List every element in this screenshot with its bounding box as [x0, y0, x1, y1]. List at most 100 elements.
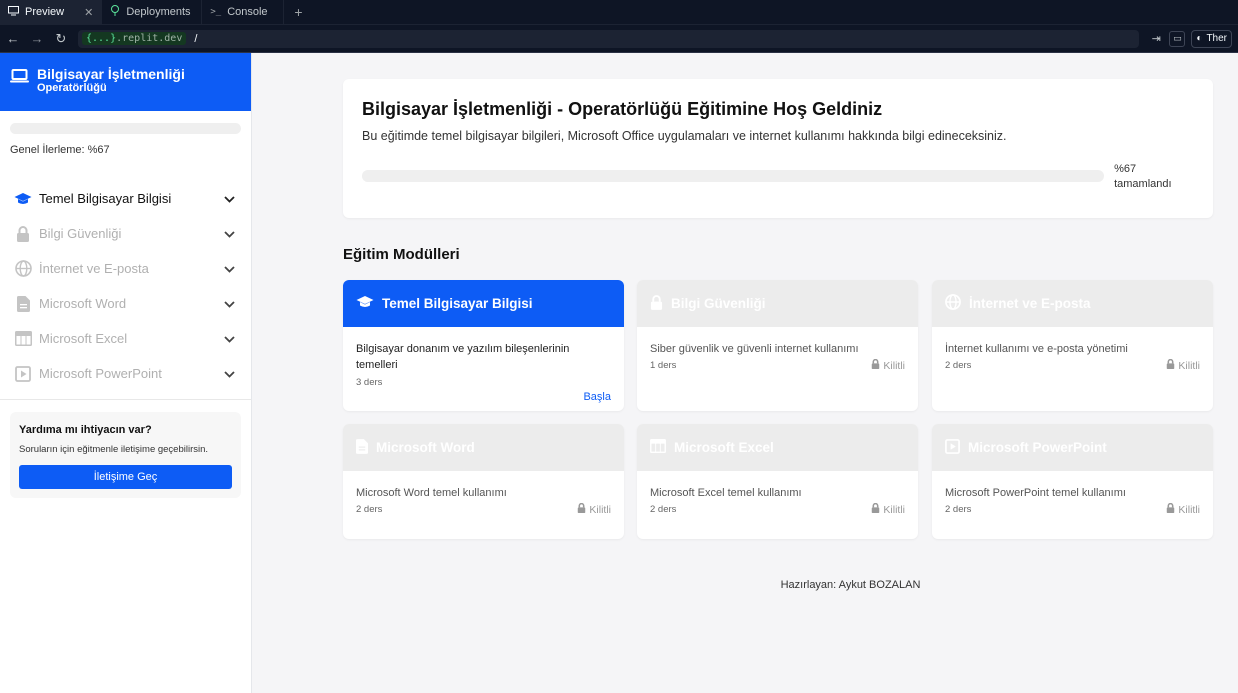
- course-progress-caption: tamamlandı: [1114, 178, 1172, 190]
- module-card-internet[interactable]: İnternet ve E-posta İnternet kullanımı v…: [932, 280, 1213, 411]
- table-icon: [650, 439, 666, 456]
- main-content: Bilgisayar İşletmenliği - Operatörlüğü E…: [253, 53, 1238, 693]
- overall-progress-bar: [10, 123, 241, 134]
- module-card-powerpoint[interactable]: Microsoft PowerPoint Microsoft PowerPoin…: [932, 424, 1213, 539]
- chevron-down-icon[interactable]: [224, 332, 235, 346]
- sidebar-item-word[interactable]: Microsoft Word: [0, 286, 251, 321]
- url-field[interactable]: {...}.replit.dev /: [78, 29, 1140, 48]
- module-lesson-count: 2 ders: [945, 504, 972, 515]
- page-title: Bilgisayar İşletmenliği - Operatörlüğü E…: [362, 99, 883, 119]
- close-icon[interactable]: ✕: [84, 6, 93, 19]
- module-card-header: İnternet ve E-posta: [932, 280, 1213, 327]
- module-card-excel[interactable]: Microsoft Excel Microsoft Excel temel ku…: [637, 424, 918, 539]
- chevron-down-icon[interactable]: [224, 262, 235, 276]
- monitor-icon: [8, 5, 19, 19]
- app-title: Bilgisayar İşletmenliği: [37, 66, 185, 82]
- new-tab-button[interactable]: +: [284, 4, 312, 20]
- module-card-temel-bilgisayar[interactable]: Temel Bilgisayar Bilgisi Bilgisayar dona…: [343, 280, 624, 411]
- sidebar: Bilgisayar İşletmenliği Operatörlüğü Gen…: [0, 53, 252, 693]
- course-progress-fill: [362, 170, 860, 182]
- module-card-description: Siber güvenlik ve güvenli internet kulla…: [650, 343, 859, 355]
- tab-deployments[interactable]: Deployments: [102, 0, 203, 25]
- url-path: /: [194, 32, 198, 45]
- lock-icon: [1166, 358, 1175, 372]
- sidebar-item-powerpoint[interactable]: Microsoft PowerPoint: [0, 356, 251, 391]
- module-lesson-count: 2 ders: [650, 504, 677, 515]
- overall-progress-text: Genel İlerleme: %67: [10, 144, 110, 156]
- chevron-down-icon[interactable]: [224, 297, 235, 311]
- browser-tab-bar: Preview ✕ Deployments >_ Console +: [0, 0, 1238, 25]
- module-lesson-count: 3 ders: [356, 377, 383, 388]
- sidebar-item-internet[interactable]: İnternet ve E-posta: [0, 251, 251, 286]
- sidebar-item-label: Microsoft Word: [39, 296, 127, 311]
- contact-button[interactable]: İletişime Geç: [19, 465, 232, 489]
- reload-icon[interactable]: ↻: [54, 31, 68, 47]
- open-external-icon[interactable]: ⇥: [1149, 32, 1163, 45]
- locked-status: Kilitli: [871, 358, 905, 372]
- welcome-description: Bu eğitimde temel bilgisayar bilgileri, …: [362, 129, 1007, 143]
- app-subtitle: Operatörlüğü: [37, 82, 107, 94]
- locked-status: Kilitli: [871, 502, 905, 516]
- back-arrow-icon[interactable]: ←: [6, 31, 20, 46]
- modules-title: Eğitim Modülleri: [343, 246, 460, 263]
- sidebar-item-bilgi-guvenligi[interactable]: Bilgi Güvenliği: [0, 216, 251, 251]
- module-card-description: Microsoft PowerPoint temel kullanımı: [945, 487, 1126, 499]
- forward-arrow-icon[interactable]: →: [30, 31, 44, 46]
- tree-icon: [110, 5, 120, 19]
- tab-label: Preview: [25, 6, 65, 18]
- terminal-icon: >_: [210, 7, 222, 17]
- sidebar-item-label: Temel Bilgisayar Bilgisi: [39, 191, 172, 206]
- module-card-title: Temel Bilgisayar Bilgisi: [382, 296, 533, 311]
- module-card-title: Microsoft PowerPoint: [968, 440, 1107, 455]
- sidebar-item-label: Microsoft PowerPoint: [39, 366, 162, 381]
- module-lesson-count: 2 ders: [945, 360, 972, 371]
- theme-button[interactable]: ◐ Ther: [1191, 29, 1232, 48]
- footer-credit: Hazırlayan: Aykut BOZALAN: [780, 579, 921, 591]
- chevron-down-icon[interactable]: [224, 367, 235, 381]
- module-card-header: Microsoft Excel: [637, 424, 918, 471]
- course-progress-bar: [362, 170, 1105, 182]
- module-lesson-count: 1 ders: [650, 360, 677, 371]
- module-card-description: İnternet kullanımı ve e-posta yönetimi: [945, 343, 1128, 355]
- sidebar-header: Bilgisayar İşletmenliği Operatörlüğü: [0, 53, 251, 111]
- module-card-description: Microsoft Excel temel kullanımı: [650, 487, 802, 499]
- sidebar-item-label: Bilgi Güvenliği: [39, 226, 122, 241]
- browser-url-bar: ← → ↻ {...}.replit.dev / ⇥ ▭ ◐ Ther: [0, 25, 1238, 53]
- graduation-cap-icon: [356, 295, 374, 312]
- module-card-word[interactable]: Microsoft Word Microsoft Word temel kull…: [343, 424, 624, 539]
- course-progress: %67 tamamlandı: [362, 162, 1194, 192]
- laptop-icon: [10, 69, 29, 98]
- slideshow-icon: [945, 438, 960, 457]
- sidebar-nav: Temel Bilgisayar Bilgisi Bilgi Güvenliği…: [0, 181, 251, 391]
- module-card-header: Temel Bilgisayar Bilgisi: [343, 280, 624, 327]
- document-icon: [356, 438, 368, 457]
- tab-label: Console: [227, 6, 268, 18]
- url-domain: {...}.replit.dev: [82, 32, 187, 45]
- chevron-down-icon[interactable]: [224, 192, 235, 206]
- welcome-card: Bilgisayar İşletmenliği - Operatörlüğü E…: [343, 79, 1213, 218]
- document-icon: [14, 295, 32, 313]
- devtools-icon[interactable]: ▭: [1169, 30, 1186, 47]
- slideshow-icon: [14, 365, 32, 383]
- sidebar-divider: [0, 399, 251, 400]
- module-lesson-count: 2 ders: [356, 504, 383, 515]
- tab-preview[interactable]: Preview ✕: [0, 0, 103, 25]
- chevron-down-icon[interactable]: [224, 227, 235, 241]
- locked-status: Kilitli: [1166, 358, 1200, 372]
- start-button[interactable]: Başla: [583, 391, 611, 403]
- sidebar-item-temel-bilgisayar[interactable]: Temel Bilgisayar Bilgisi: [0, 181, 251, 216]
- locked-status: Kilitli: [577, 502, 611, 516]
- sidebar-item-label: İnternet ve E-posta: [39, 261, 149, 276]
- module-card-header: Microsoft Word: [343, 424, 624, 471]
- module-card-bilgi-guvenligi[interactable]: Bilgi Güvenliği Siber güvenlik ve güvenl…: [637, 280, 918, 411]
- module-card-title: Microsoft Excel: [674, 440, 774, 455]
- sidebar-item-excel[interactable]: Microsoft Excel: [0, 321, 251, 356]
- theme-icon: ◐: [1196, 33, 1203, 44]
- help-box: Yardıma mı ihtiyacın var? Soruların için…: [10, 412, 241, 498]
- help-text: Soruların için eğitmenle iletişime geçeb…: [19, 444, 209, 455]
- globe-icon: [14, 260, 32, 278]
- tab-console[interactable]: >_ Console: [202, 0, 285, 25]
- overall-progress-fill: [10, 123, 165, 134]
- sidebar-item-label: Microsoft Excel: [39, 331, 128, 346]
- globe-icon: [945, 294, 961, 313]
